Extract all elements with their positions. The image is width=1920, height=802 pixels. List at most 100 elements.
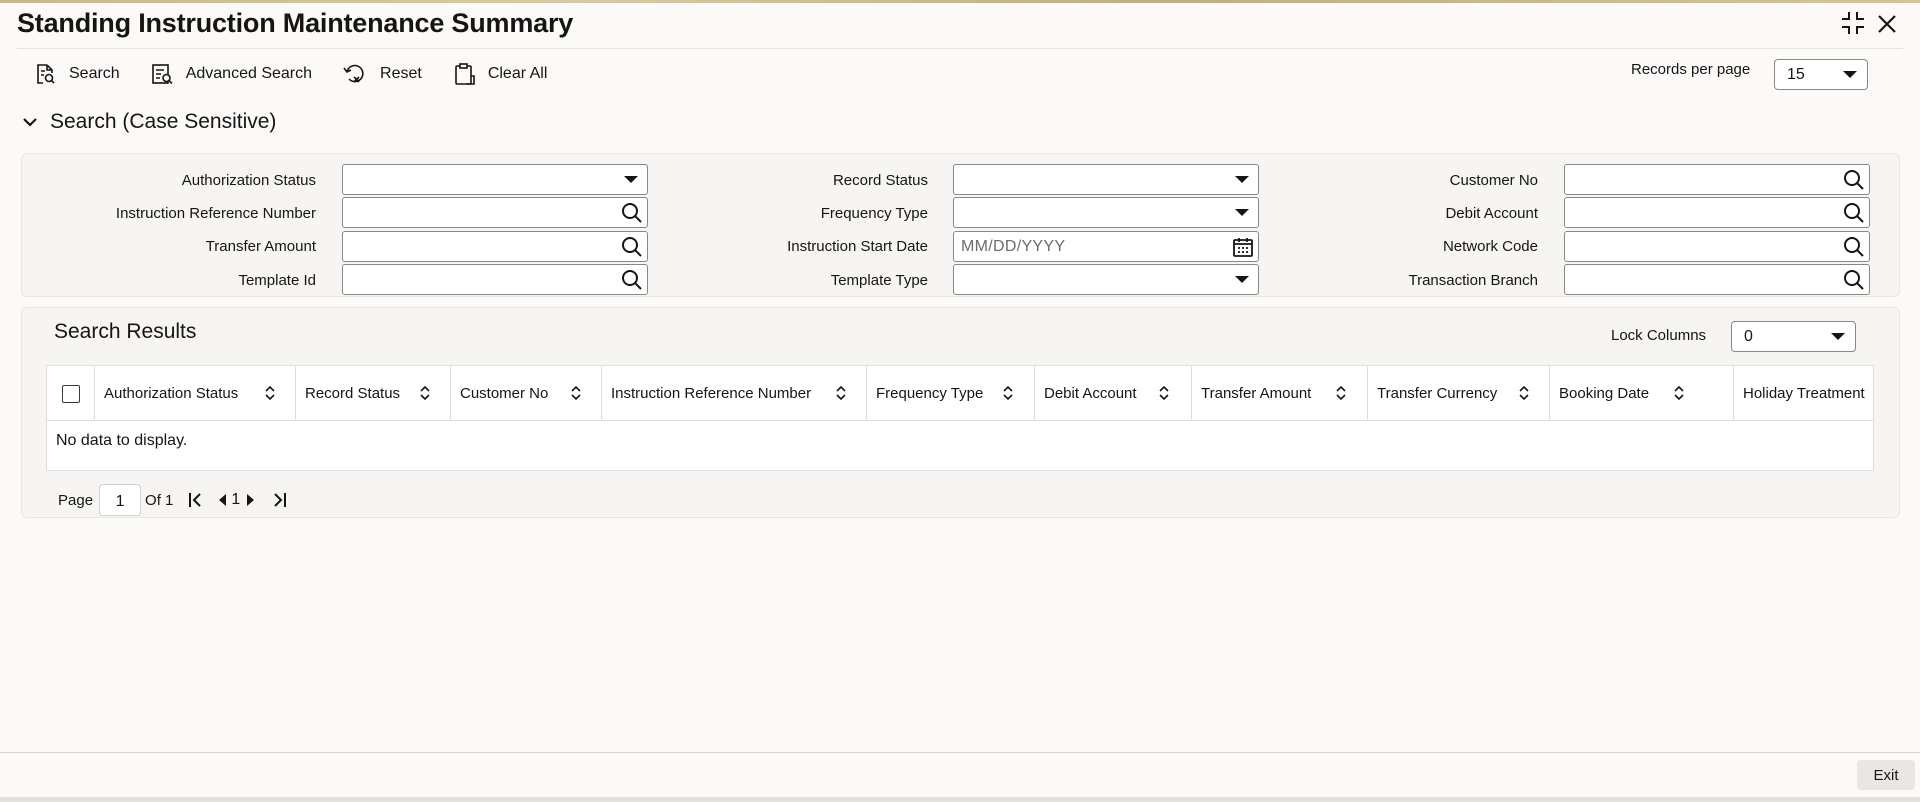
sort-icon[interactable] [1334,384,1348,402]
column-header-transfer-currency[interactable]: Transfer Currency [1368,366,1550,421]
column-header-label: Record Status [305,385,401,402]
lock-columns-label: Lock Columns [1611,327,1707,344]
authorization-status-label: Authorization Status [181,172,316,189]
template-type-label: Template Type [830,272,928,289]
search-icon[interactable] [1842,268,1866,292]
record-status-select[interactable] [953,164,1259,195]
instruction-start-date-input[interactable]: MM/DD/YYYY [953,231,1259,262]
customer-no-label: Customer No [1449,172,1538,189]
column-header-transfer-amount[interactable]: Transfer Amount [1192,366,1368,421]
record-status-label: Record Status [832,172,928,189]
toolbar: Search Advanced Search Reset Clear All [33,60,577,88]
lock-columns-select[interactable]: 0 [1731,321,1856,352]
column-header-label: Transfer Amount [1201,385,1312,402]
reset-label: Reset [380,65,422,82]
search-icon[interactable] [1842,201,1866,225]
sort-icon[interactable] [569,384,583,402]
template-type-select[interactable] [953,264,1259,295]
advanced-search-label: Advanced Search [185,65,313,82]
search-doc-icon [37,64,55,84]
lock-columns-value: 0 [1744,327,1753,345]
last-page-icon[interactable] [270,491,288,509]
footer-bar [0,797,1920,802]
transaction-branch-label: Transaction Branch [1408,272,1538,289]
sort-icon[interactable] [1157,384,1171,402]
exit-button[interactable]: Exit [1857,760,1915,790]
sort-icon[interactable] [418,384,432,402]
search-icon[interactable] [1842,235,1866,259]
page-label: Page [58,491,94,509]
column-header-label: Transfer Currency [1377,385,1498,402]
empty-state-message: No data to display. [56,432,188,449]
page-number-input[interactable]: 1 [99,484,142,516]
column-header-booking-date[interactable]: Booking Date [1550,366,1734,421]
column-header-label: Frequency Type [876,385,984,402]
column-header-frequency-type[interactable]: Frequency Type [867,366,1035,421]
authorization-status-select[interactable] [342,164,648,195]
records-per-page-value: 15 [1787,65,1805,83]
reset-button[interactable]: Reset [342,62,422,86]
window-controls [1840,10,1898,36]
records-per-page-label: Records per page [1631,61,1751,78]
search-section-toggle[interactable]: Search (Case Sensitive) [22,110,276,134]
search-icon[interactable] [1842,168,1866,192]
column-header-label: Authorization Status [104,385,239,402]
reset-icon [343,64,364,83]
previous-page-icon[interactable] [217,493,227,507]
select-all-column [47,366,95,421]
template-id-label: Template Id [238,272,316,289]
transfer-amount-input[interactable] [342,231,648,262]
title-divider [17,48,1903,49]
clear-all-button[interactable]: Clear All [452,62,548,86]
instruction-start-date-placeholder: MM/DD/YYYY [961,238,1066,255]
chevron-down-icon [1235,176,1249,183]
debit-account-label: Debit Account [1445,205,1538,222]
column-header-authorization-status[interactable]: Authorization Status [95,366,296,421]
sort-icon[interactable] [1517,384,1531,402]
column-header-label: Customer No [460,385,549,402]
instruction-reference-number-input[interactable] [342,197,648,228]
column-header-label: Debit Account [1044,385,1137,402]
current-page-number[interactable]: 1 [231,491,240,509]
column-header-instruction-reference-number[interactable]: Instruction Reference Number [602,366,867,421]
advanced-search-button[interactable]: Advanced Search [150,62,312,86]
template-id-input[interactable] [342,264,648,295]
search-results-title: Search Results [54,320,197,343]
sort-icon[interactable] [834,384,848,402]
search-label: Search [69,65,120,82]
clear-all-label: Clear All [487,65,548,82]
sort-icon[interactable] [1672,384,1686,402]
column-header-label: Holiday Treatment [1743,385,1865,402]
sort-icon[interactable] [1001,384,1015,402]
column-header-customer-no[interactable]: Customer No [451,366,602,421]
pagination: Page 1 Of 1 1 [58,484,288,516]
footer-divider [0,752,1920,753]
page-of-label: Of 1 [145,491,174,509]
column-header-record-status[interactable]: Record Status [296,366,451,421]
search-button[interactable]: Search [33,62,120,86]
chevron-down-icon [624,176,638,183]
close-icon[interactable] [1876,10,1898,36]
page-title: Standing Instruction Maintenance Summary [17,8,574,38]
minimize-icon[interactable] [1840,10,1866,36]
customer-no-input[interactable] [1564,164,1870,195]
debit-account-input[interactable] [1564,197,1870,228]
frequency-type-select[interactable] [953,197,1259,228]
frequency-type-label: Frequency Type [820,205,928,222]
next-page-icon[interactable] [246,493,256,507]
network-code-input[interactable] [1564,231,1870,262]
results-table: Authorization Status Record Status Custo… [46,365,1874,471]
search-section-title: Search (Case Sensitive) [50,110,277,133]
column-header-debit-account[interactable]: Debit Account [1035,366,1192,421]
transaction-branch-input[interactable] [1564,264,1870,295]
records-per-page-select[interactable]: 15 [1774,59,1868,90]
select-all-checkbox[interactable] [62,385,80,403]
column-header-holiday-treatment[interactable]: Holiday Treatment [1734,366,1874,421]
results-table-header: Authorization Status Record Status Custo… [47,366,1873,421]
column-header-label: Instruction Reference Number [611,385,812,402]
chevron-down-icon [1843,71,1857,78]
sort-icon[interactable] [263,384,277,402]
advanced-search-icon [151,64,173,85]
chevron-down-icon [1831,333,1845,340]
first-page-icon[interactable] [187,491,205,509]
